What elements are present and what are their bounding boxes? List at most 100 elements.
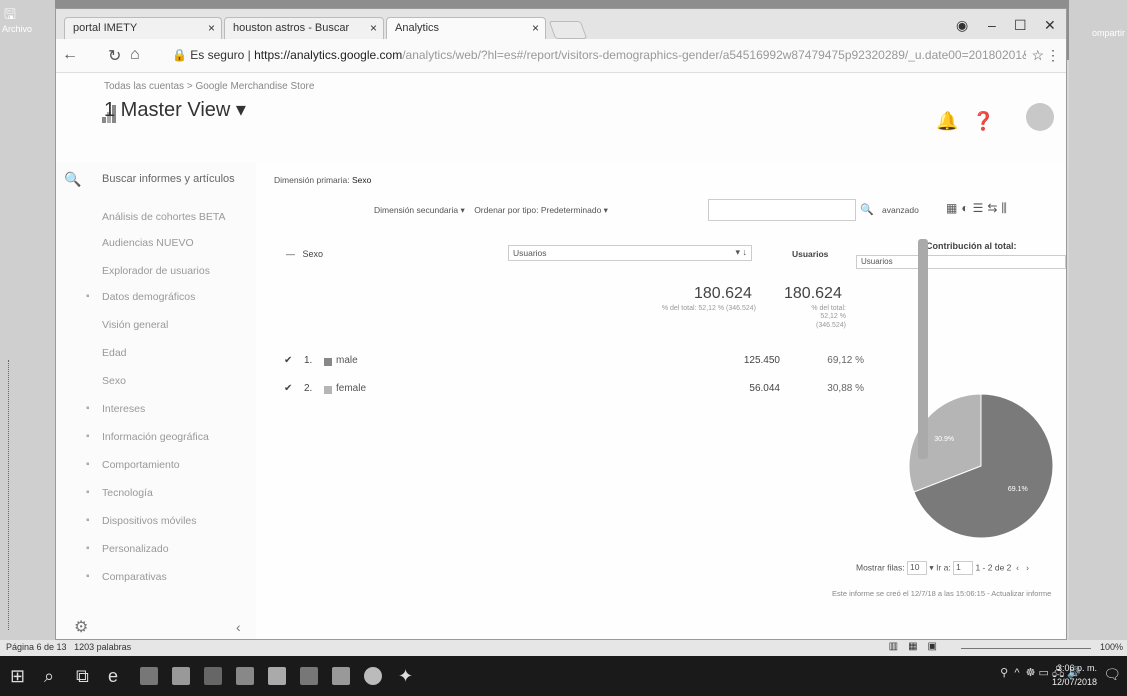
windows-start-icon[interactable]: ⊞ [10, 666, 25, 687]
metric-percent: 30,88 % [827, 383, 864, 394]
close-icon[interactable]: × [532, 21, 539, 35]
table-row[interactable]: ✔ 2. female 56.044 30,88 % [274, 383, 864, 401]
sidebar-item-edad[interactable]: Edad [102, 347, 127, 359]
bell-icon[interactable]: 🔔 [936, 111, 958, 132]
tab-houston-astros[interactable]: houston astros - Buscar × [224, 17, 384, 39]
column-header-usuarios[interactable]: Usuarios [792, 249, 828, 259]
help-icon[interactable]: ❓ [972, 111, 994, 132]
dimension-value[interactable]: female [336, 383, 366, 394]
sort-dropdown[interactable]: Predeterminado ▾ [541, 205, 608, 215]
word-icon[interactable] [236, 667, 254, 685]
sidebar-item-geografica[interactable]: Información geográfica [102, 431, 209, 443]
secure-label: Es seguro [190, 48, 245, 62]
row-checkbox[interactable]: ✔ [284, 355, 292, 366]
sidebar-item-vision-general[interactable]: Visión general [102, 319, 168, 331]
metric-select[interactable]: Usuarios ▾ ↓ [508, 245, 752, 261]
search-icon[interactable]: 🔍 [64, 171, 81, 188]
column-header-sexo[interactable]: — Sexo [286, 249, 323, 259]
secondary-dimension-dropdown[interactable]: Dimensión secundaria ▾ [374, 205, 465, 215]
table-search-input[interactable] [708, 199, 856, 221]
store-icon[interactable] [172, 667, 190, 685]
scrollbar[interactable] [918, 239, 928, 459]
word-app-icon[interactable] [332, 667, 350, 685]
reload-icon[interactable]: ↻ [108, 46, 121, 66]
sidebar-item-cohortes[interactable]: Análisis de cohortes BETA [102, 211, 226, 223]
search-icon[interactable]: ⌕ [44, 666, 54, 687]
total-value: 180.624 [694, 285, 752, 302]
collapse-sidebar-icon[interactable]: ‹ [236, 619, 241, 635]
word-count[interactable]: 1203 palabras [74, 642, 131, 652]
sidebar-item-personalizado[interactable]: Personalizado [102, 543, 169, 555]
tab-portal-imety[interactable]: portal IMETY × [64, 17, 222, 39]
tab-label: Analytics [395, 22, 440, 34]
sort-label: Ordenar por tipo: [474, 205, 539, 215]
share-button[interactable]: ompartir [1092, 28, 1125, 38]
back-icon[interactable]: ← [62, 46, 78, 64]
address-bar[interactable]: 🔒 Es seguro | https://analytics.google.c… [166, 44, 1026, 68]
dimension-value[interactable]: male [336, 355, 358, 366]
contribution-select[interactable]: Usuarios [856, 255, 1066, 269]
advanced-link[interactable]: avanzado [882, 205, 919, 215]
sidebar-item-sexo[interactable]: Sexo [102, 375, 126, 387]
rows-per-page-select[interactable]: 10 [907, 561, 928, 575]
chevron-down-icon: ▾ ↓ [735, 247, 747, 257]
row-checkbox[interactable]: ✔ [284, 383, 292, 394]
window-close-icon[interactable]: ✕ [1044, 17, 1056, 34]
primary-dimension-value[interactable]: Sexo [352, 175, 371, 185]
page-count[interactable]: Página 6 de 13 [6, 642, 67, 652]
menu-icon[interactable]: ⋮ [1046, 47, 1060, 64]
zoom-slider[interactable] [961, 648, 1091, 649]
maximize-icon[interactable]: ☐ [1014, 17, 1027, 34]
sidebar-item-explorador[interactable]: Explorador de usuarios [102, 265, 210, 277]
profile-icon[interactable]: ◉ [956, 17, 968, 34]
sidebar-search-input[interactable]: Buscar informes y artículos [102, 173, 235, 185]
sidebar-item-dispositivos[interactable]: Dispositivos móviles [102, 515, 197, 527]
app-icon[interactable]: ✦ [398, 666, 413, 687]
sidebar-item-datos-demograficos[interactable]: Datos demográficos [102, 291, 195, 303]
minimize-icon[interactable]: – [988, 17, 996, 33]
chevron-down-icon[interactable]: ▾ [929, 562, 933, 572]
sidebar-item-tecnologia[interactable]: Tecnología [102, 487, 153, 499]
task-view-icon[interactable]: ⧉ [76, 666, 89, 687]
total-note: % del total: 52,12 % (346.524) [661, 305, 756, 312]
tab-bar: portal IMETY × houston astros - Buscar ×… [56, 9, 1066, 39]
close-icon[interactable]: × [208, 21, 215, 35]
clock[interactable]: 3:06 p. m. 12/07/2018 [1052, 661, 1097, 689]
search-icon[interactable]: 🔍 [860, 203, 874, 216]
new-tab-button[interactable] [548, 21, 588, 39]
view-mode-icons[interactable]: ▥▦▣ [889, 641, 947, 652]
word-left-panel: 🖫 Archivo [0, 0, 55, 640]
avatar[interactable] [1026, 103, 1054, 131]
chrome-icon[interactable] [364, 667, 382, 685]
sidebar-item-intereses[interactable]: Intereses [102, 403, 145, 415]
home-icon[interactable]: ⌂ [130, 46, 140, 64]
pie-label-female: 30.9% [934, 436, 954, 443]
breadcrumb[interactable]: Todas las cuentas > Google Merchandise S… [104, 81, 314, 92]
powerpoint-icon[interactable] [300, 667, 318, 685]
sidebar-item-audiencias[interactable]: Audiencias NUEVO [102, 237, 194, 249]
zoom-level[interactable]: 100% [1100, 642, 1123, 652]
bookmark-star-icon[interactable]: ☆ [1031, 47, 1044, 64]
metric-percent: 69,12 % [827, 355, 864, 366]
word-status-bar: Página 6 de 13 1203 palabras ▥▦▣ 100% [0, 640, 1127, 656]
outlook-icon[interactable] [268, 667, 286, 685]
prev-page-icon[interactable]: ‹ [1014, 562, 1022, 572]
next-page-icon[interactable]: › [1024, 562, 1029, 572]
tab-label: houston astros - Buscar [233, 22, 350, 34]
notification-icon[interactable]: 🗨 [1103, 666, 1121, 683]
archivo-tab[interactable]: Archivo [2, 24, 32, 34]
view-selector[interactable]: 1 Master View ▾ [104, 97, 246, 122]
excel-icon[interactable] [204, 667, 222, 685]
word-right-panel: ompartir [1069, 0, 1127, 640]
goto-page-input[interactable]: 1 [953, 561, 974, 575]
view-type-icons[interactable]: ▦◐☰⇆⫼ [946, 201, 1011, 216]
close-icon[interactable]: × [370, 21, 377, 35]
vertical-ruler [8, 360, 14, 630]
file-explorer-icon[interactable] [140, 667, 158, 685]
gear-icon[interactable]: ⚙ [74, 617, 88, 637]
edge-icon[interactable]: e [108, 666, 118, 687]
table-row[interactable]: ✔ 1. male 125.450 69,12 % [274, 355, 864, 373]
sidebar-item-comportamiento[interactable]: Comportamiento [102, 459, 180, 471]
sidebar-item-comparativas[interactable]: Comparativas [102, 571, 167, 583]
tab-analytics[interactable]: Analytics × [386, 17, 546, 39]
